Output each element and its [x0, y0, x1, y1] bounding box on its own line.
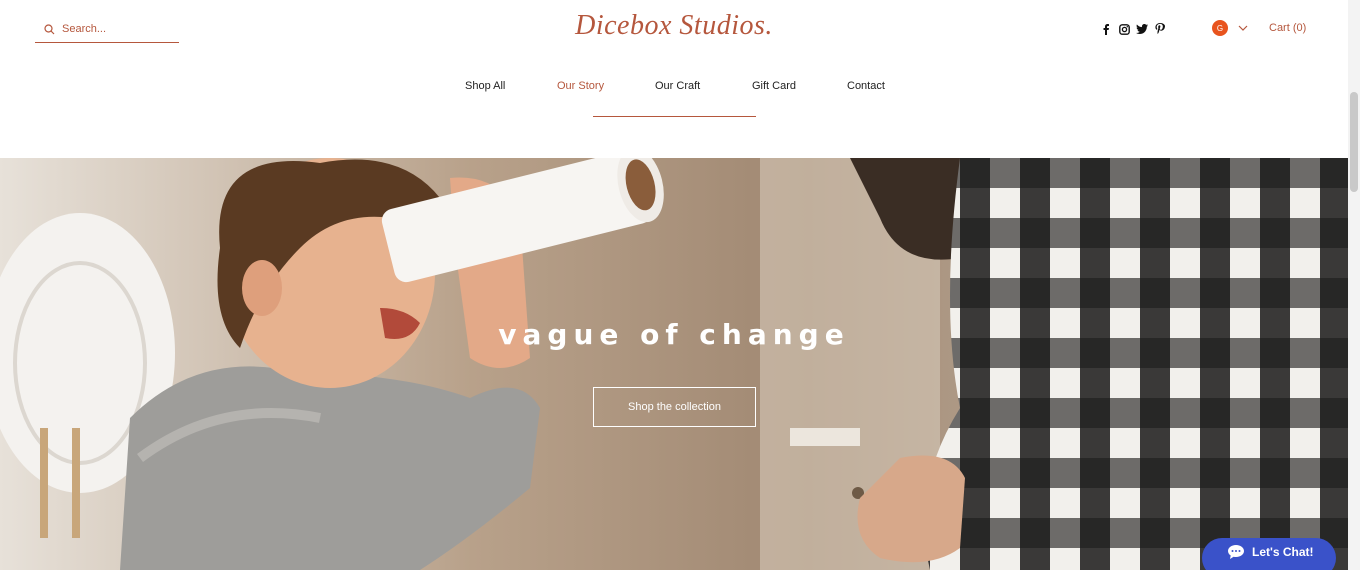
hero-banner: vague of change Shop the collection — [0, 158, 1348, 570]
chat-label: Let's Chat! — [1252, 545, 1314, 559]
hero-image — [0, 158, 1348, 570]
instagram-icon[interactable] — [1118, 23, 1130, 35]
chevron-down-icon[interactable] — [1238, 23, 1248, 33]
nav-item-our-story[interactable]: Our Story — [557, 80, 604, 92]
scrollbar[interactable] — [1348, 0, 1360, 570]
pinterest-icon[interactable] — [1154, 23, 1166, 35]
currency-selector[interactable]: G — [1212, 20, 1248, 36]
social-links — [1100, 23, 1166, 35]
nav-item-shop-all[interactable]: Shop All — [465, 80, 505, 92]
nav-active-underline — [593, 116, 756, 117]
hero-title: vague of change — [498, 318, 850, 351]
site-header: Dicebox Studios. G Cart (0) Shop All — [0, 0, 1348, 158]
shop-collection-button[interactable]: Shop the collection — [593, 387, 756, 427]
chat-bubble-icon — [1228, 545, 1244, 559]
currency-badge[interactable]: G — [1212, 20, 1228, 36]
cart-link[interactable]: Cart (0) — [1269, 22, 1306, 34]
facebook-icon[interactable] — [1100, 23, 1112, 35]
chat-button[interactable]: Let's Chat! — [1202, 538, 1336, 570]
nav-item-our-craft[interactable]: Our Craft — [655, 80, 700, 92]
twitter-icon[interactable] — [1136, 23, 1148, 35]
scrollbar-thumb[interactable] — [1350, 92, 1358, 192]
nav-item-contact[interactable]: Contact — [847, 80, 885, 92]
nav-item-gift-card[interactable]: Gift Card — [752, 80, 796, 92]
page: Dicebox Studios. G Cart (0) Shop All — [0, 0, 1360, 570]
